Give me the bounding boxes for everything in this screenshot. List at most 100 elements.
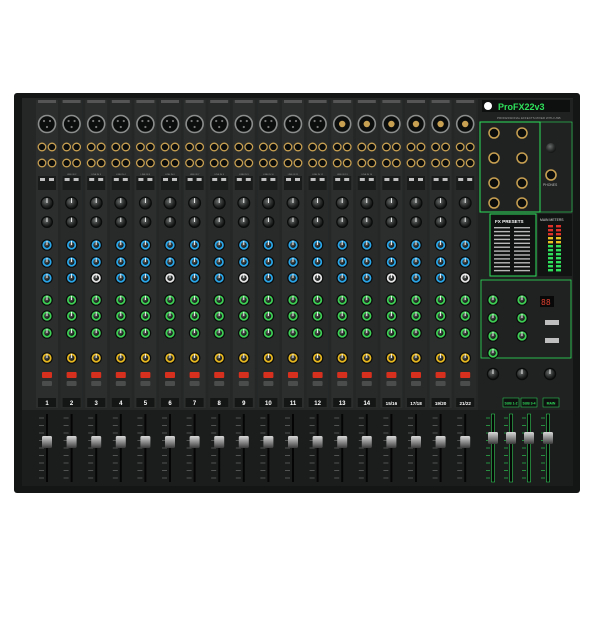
aux-2-knob[interactable] bbox=[385, 310, 398, 322]
xlr-input-jack[interactable] bbox=[308, 114, 327, 134]
pan-knob[interactable] bbox=[115, 352, 127, 364]
mute-button[interactable] bbox=[115, 372, 126, 378]
aux-1-knob[interactable] bbox=[164, 294, 176, 306]
comp-knob[interactable] bbox=[385, 216, 398, 228]
low-cut-switch[interactable] bbox=[384, 178, 390, 181]
fader-cap[interactable] bbox=[361, 436, 372, 448]
line-jack-2[interactable] bbox=[37, 158, 47, 168]
pad-switch[interactable] bbox=[442, 178, 448, 181]
solo-button[interactable] bbox=[263, 381, 274, 386]
eq-low-knob[interactable] bbox=[41, 272, 53, 284]
line-jack-2[interactable] bbox=[209, 158, 219, 168]
line-jack[interactable] bbox=[185, 142, 195, 152]
aux-2-knob[interactable] bbox=[410, 310, 422, 322]
mute-button[interactable] bbox=[238, 372, 249, 378]
comp-knob[interactable] bbox=[434, 216, 447, 228]
pan-knob[interactable] bbox=[139, 352, 152, 364]
insert-jack[interactable] bbox=[121, 142, 131, 152]
xlr-input-jack[interactable] bbox=[283, 114, 303, 134]
xlr-input-jack[interactable] bbox=[111, 114, 131, 134]
line-jack-2[interactable] bbox=[381, 158, 391, 168]
eq-low-knob[interactable] bbox=[213, 272, 225, 284]
eq-high-knob[interactable] bbox=[287, 239, 299, 251]
line-jack-3[interactable] bbox=[219, 158, 229, 168]
line-jack-2[interactable] bbox=[455, 158, 465, 168]
fx-send-knob[interactable] bbox=[90, 327, 102, 339]
line-jack[interactable] bbox=[283, 142, 293, 152]
fader-cap[interactable] bbox=[435, 436, 446, 448]
low-cut-switch[interactable] bbox=[261, 178, 267, 181]
solo-button[interactable] bbox=[189, 381, 200, 386]
insert-jack[interactable] bbox=[268, 142, 278, 152]
mute-button[interactable] bbox=[165, 372, 175, 378]
master-output-jack-6[interactable] bbox=[516, 177, 528, 189]
fader-cap[interactable] bbox=[140, 436, 151, 448]
solo-button[interactable] bbox=[361, 381, 372, 386]
xlr-input-jack[interactable] bbox=[234, 114, 254, 134]
low-cut-switch[interactable] bbox=[187, 178, 193, 181]
fx-send-knob[interactable] bbox=[459, 327, 472, 339]
fx-master-knob-6[interactable] bbox=[516, 312, 528, 324]
pad-switch[interactable] bbox=[49, 178, 54, 181]
solo-button[interactable] bbox=[312, 381, 323, 386]
aux-1-knob[interactable] bbox=[65, 294, 78, 306]
eq-high-knob[interactable] bbox=[262, 239, 275, 251]
pan-knob[interactable] bbox=[188, 352, 201, 364]
pan-knob[interactable] bbox=[311, 352, 324, 364]
aux-1-knob[interactable] bbox=[385, 294, 398, 306]
gain-knob[interactable] bbox=[409, 196, 423, 210]
eq-low-knob[interactable] bbox=[164, 272, 176, 284]
eq-high-knob[interactable] bbox=[41, 239, 53, 251]
comp-knob[interactable] bbox=[459, 216, 472, 228]
mode-knob[interactable] bbox=[515, 367, 529, 381]
line-jack-2[interactable] bbox=[111, 158, 121, 168]
insert-jack[interactable] bbox=[318, 142, 328, 152]
pad-switch[interactable] bbox=[467, 178, 473, 181]
pad-switch[interactable] bbox=[245, 178, 251, 181]
pad-switch[interactable] bbox=[73, 178, 79, 181]
line-jack-3[interactable] bbox=[47, 158, 57, 168]
insert-jack[interactable] bbox=[416, 142, 426, 152]
line-jack[interactable] bbox=[135, 142, 145, 152]
fx-send-knob[interactable] bbox=[238, 327, 250, 339]
line-jack-2[interactable] bbox=[332, 158, 342, 168]
comp-knob[interactable] bbox=[65, 216, 78, 228]
gain-knob[interactable] bbox=[434, 196, 448, 210]
fx-send-knob[interactable] bbox=[139, 327, 152, 339]
line-jack[interactable] bbox=[357, 142, 367, 152]
eq-mid-knob[interactable] bbox=[90, 256, 102, 268]
solo-button[interactable] bbox=[337, 381, 348, 386]
mute-button[interactable] bbox=[411, 372, 421, 378]
gain-knob[interactable] bbox=[360, 196, 374, 210]
xlr-input-jack[interactable] bbox=[259, 114, 278, 134]
fx-send-knob[interactable] bbox=[115, 327, 127, 339]
line-jack[interactable] bbox=[160, 142, 170, 152]
eq-mid-knob[interactable] bbox=[164, 256, 176, 268]
mute-button[interactable] bbox=[312, 372, 323, 378]
fx-master-knob-3[interactable] bbox=[487, 330, 499, 342]
solo-button[interactable] bbox=[66, 381, 77, 386]
line-jack-2[interactable] bbox=[308, 158, 318, 168]
line-jack-3[interactable] bbox=[195, 158, 205, 168]
eq-low-knob[interactable] bbox=[336, 272, 349, 284]
low-cut-switch[interactable] bbox=[113, 178, 119, 181]
eq-low-knob[interactable] bbox=[115, 272, 127, 284]
fx-send-knob[interactable] bbox=[434, 327, 447, 339]
pan-knob[interactable] bbox=[238, 352, 250, 364]
gain-knob[interactable] bbox=[458, 196, 472, 210]
xlr-input-jack[interactable] bbox=[185, 114, 204, 134]
line-jack-2[interactable] bbox=[234, 158, 244, 168]
line-jack-3[interactable] bbox=[465, 158, 475, 168]
eq-high-knob[interactable] bbox=[139, 239, 152, 251]
eq-low-knob[interactable] bbox=[385, 272, 398, 284]
fader-cap[interactable] bbox=[189, 436, 200, 448]
line-jack-3[interactable] bbox=[441, 158, 451, 168]
main-mix-knob[interactable] bbox=[486, 367, 500, 381]
aux-1-knob[interactable] bbox=[311, 294, 324, 306]
solo-button[interactable] bbox=[140, 381, 151, 386]
insert-jack[interactable] bbox=[465, 142, 475, 152]
aux-2-knob[interactable] bbox=[459, 310, 472, 322]
line-jack-3[interactable] bbox=[96, 158, 106, 168]
pan-knob[interactable] bbox=[90, 352, 102, 364]
comp-knob[interactable] bbox=[311, 216, 324, 228]
